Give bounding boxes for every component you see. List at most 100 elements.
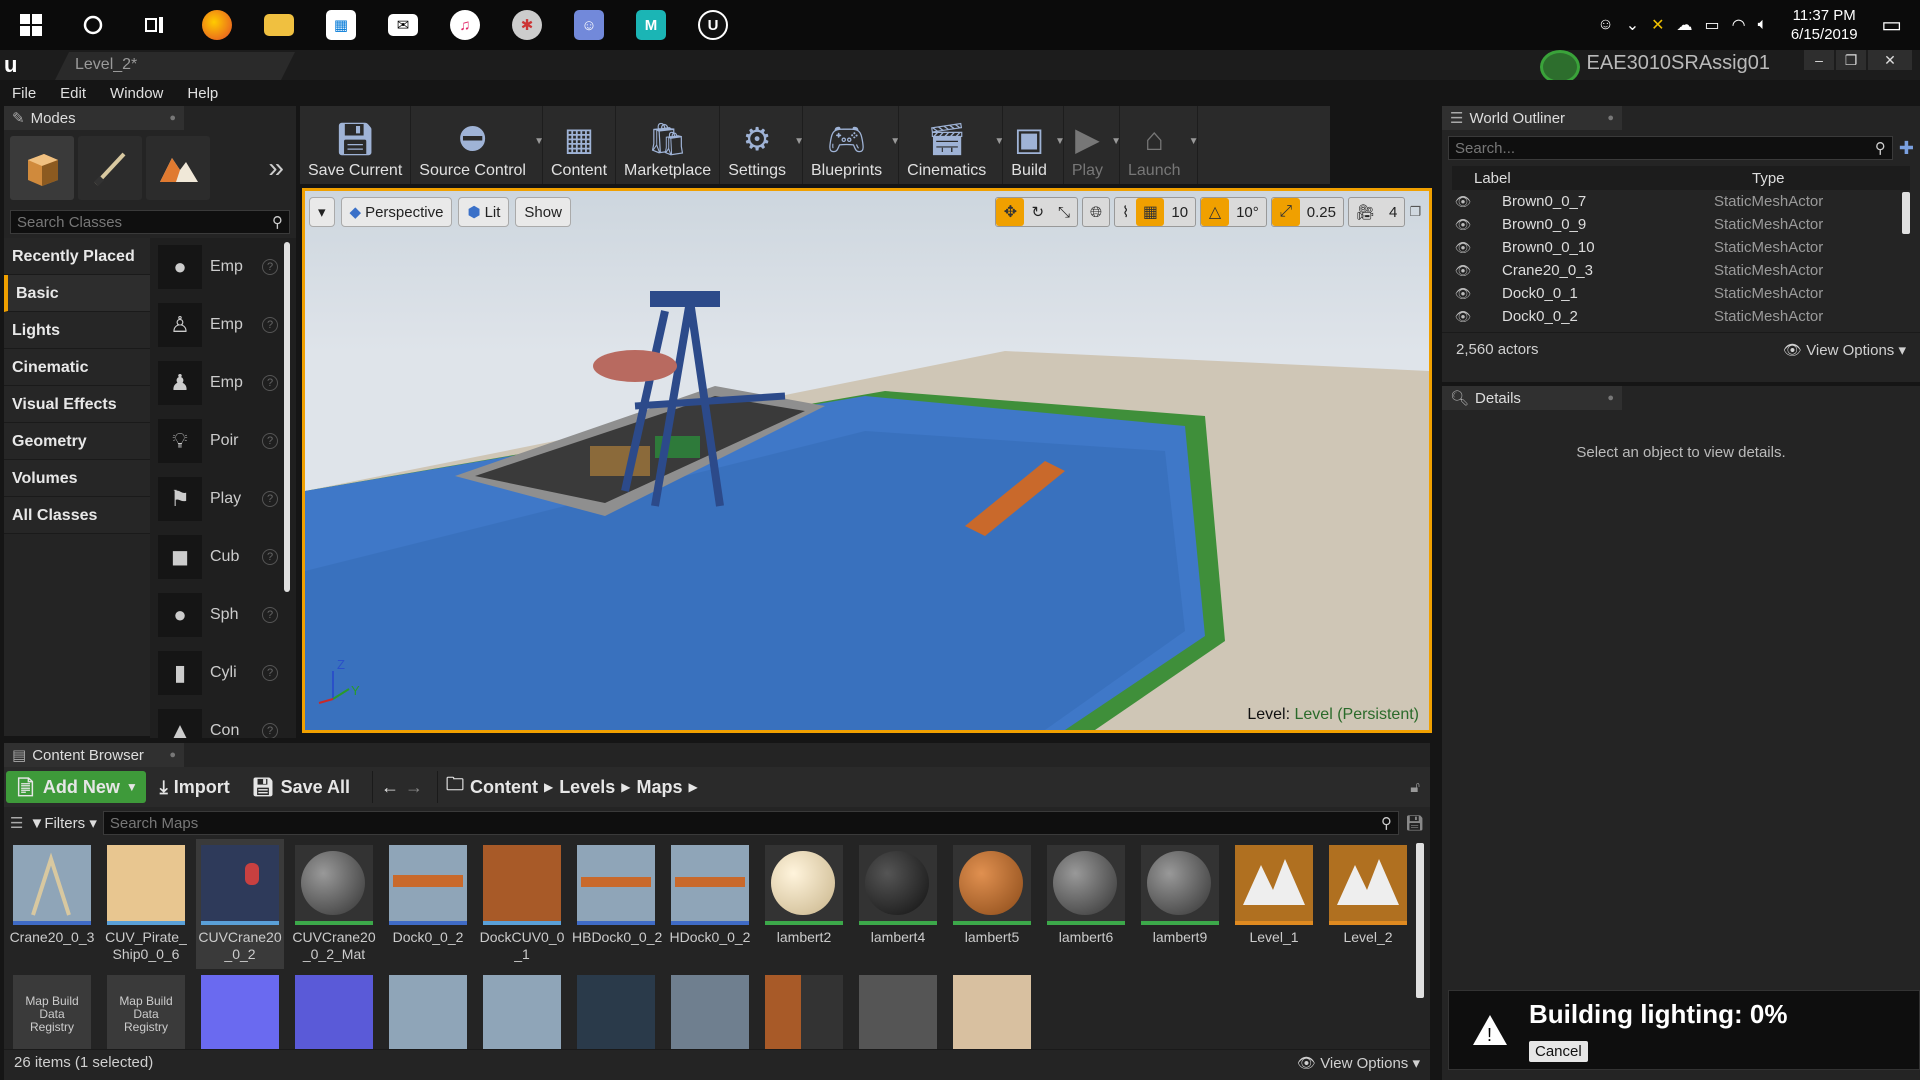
menu-edit[interactable]: Edit [60,85,86,102]
menu-window[interactable]: Window [110,85,163,102]
asset-tile[interactable]: lambert2 [760,845,848,963]
category-all-classes[interactable]: All Classes [4,497,150,534]
asset-tile[interactable] [478,975,566,1049]
asset-tile[interactable]: HDock0_0_2 [666,845,754,963]
source-control-button[interactable]: ⛔︎ Source Control ▼ [411,106,544,184]
chevron-right-icon[interactable]: ▶ [621,780,630,794]
maya-icon[interactable]: M [620,0,682,50]
breadcrumb-content[interactable]: Content [470,777,538,798]
outliner-search-input[interactable]: Search... ⚲ [1448,136,1893,160]
build-button[interactable]: ▣ Build ▼ [1003,106,1065,184]
column-type[interactable]: Type [1752,170,1785,187]
asset-tile[interactable]: CUVCrane20 _0_2 [196,839,284,969]
tab-close-icon[interactable]: ● [1607,112,1614,124]
eye-icon[interactable]: 👁︎ [1452,240,1474,256]
eye-icon[interactable]: 👁︎ [1452,263,1474,279]
search-classes-input[interactable]: Search Classes ⚲ [10,210,290,234]
eye-icon[interactable]: 👁︎ [1452,286,1474,302]
add-actor-icon[interactable]: ✚ [1899,138,1914,159]
itunes-icon[interactable]: ♫ [434,0,496,50]
save-search-icon[interactable]: 💾︎ [1405,814,1424,832]
rotate-icon[interactable]: ↻ [1024,203,1051,221]
chevron-right-icon[interactable]: ▶ [688,780,697,794]
windows-start-icon[interactable] [0,0,62,50]
world-local-toggle[interactable]: 🌐︎ [1082,197,1111,227]
back-icon[interactable]: ← [381,777,399,798]
viewport-options-button[interactable]: ▾ [309,197,335,227]
help-icon[interactable]: ? [262,259,278,275]
camera-speed-group[interactable]: 🎥︎ 4 [1347,197,1406,227]
scale-snap-icon[interactable]: ⤢ [1271,198,1300,226]
help-icon[interactable]: ? [262,433,278,449]
unreal-icon[interactable]: U [682,0,744,50]
scale-snap-value[interactable]: 0.25 [1300,204,1343,221]
grid-snap-value[interactable]: 10 [1164,204,1195,221]
asset-tile[interactable]: Map Build Data Registry [102,975,190,1049]
list-item[interactable]: ▮ Cyli? [150,644,296,702]
search-maps-input[interactable]: Search Maps ⚲ [102,811,1399,835]
paint-icon[interactable]: ✱ [496,0,558,50]
table-row[interactable]: 👁︎ Brown0_0_10 StaticMeshActor [1452,236,1910,259]
search-icon[interactable] [62,0,124,50]
scrollbar[interactable] [1902,192,1910,234]
menu-file[interactable]: File [12,85,36,102]
chevron-down-icon[interactable]: ▼ [1189,136,1199,147]
table-row[interactable]: 👁︎ Brown0_0_7 StaticMeshActor [1452,190,1910,213]
tab-details[interactable]: 🔍︎ Details ● [1442,386,1622,410]
cinematics-button[interactable]: 🎬︎ Cinematics ▼ [899,106,1004,184]
help-icon[interactable]: ? [262,549,278,565]
notification-icon[interactable]: ▭ [1881,12,1902,38]
import-button[interactable]: ⤓ Import [152,771,238,803]
cancel-button[interactable]: Cancel [1529,1041,1588,1062]
launch-button[interactable]: ⌂ Launch ▼ [1120,106,1199,184]
chevron-up-icon[interactable]: ⌄ [1626,15,1639,35]
help-icon[interactable]: ? [262,375,278,391]
save-current-button[interactable]: 💾︎ Save Current [300,106,412,184]
maximize-viewport-icon[interactable]: ❐ [1409,204,1421,220]
help-icon[interactable]: ? [262,317,278,333]
asset-tile[interactable]: Level_2 [1324,845,1412,963]
clock[interactable]: 11:37 PM 6/15/2019 [1779,6,1869,44]
scrollbar[interactable] [1416,843,1424,998]
play-button[interactable]: ▶ Play ▼ [1064,106,1121,184]
tab-close-icon[interactable]: ● [169,749,176,761]
list-item[interactable]: ♟ Emp? [150,354,296,412]
minimize-button[interactable]: – [1804,50,1834,70]
asset-tile[interactable] [666,975,754,1049]
asset-tile[interactable]: Map Build Data Registry [8,975,96,1049]
settings-button[interactable]: ⚙ Settings ▼ [720,106,804,184]
lit-button[interactable]: ⬢ Lit [458,197,510,227]
column-label[interactable]: Label [1452,170,1752,187]
forward-icon[interactable]: → [405,777,423,798]
asset-tile[interactable] [572,975,660,1049]
asset-tile[interactable]: Crane20_0_3 [8,845,96,963]
asset-tile[interactable]: DockCUV0_0 _1 [478,845,566,963]
asset-tile[interactable] [760,975,848,1049]
store-icon[interactable]: ▦ [310,0,372,50]
eye-icon[interactable]: 👁︎ [1452,217,1474,233]
level-tab[interactable]: Level_2* [55,52,295,80]
scrollbar[interactable] [284,242,290,592]
asset-tile[interactable] [948,975,1036,1049]
asset-tile[interactable] [290,975,378,1049]
asset-tile[interactable] [384,975,472,1049]
move-icon[interactable]: ✥ [996,198,1025,226]
rotation-snap-value[interactable]: 10° [1229,204,1266,221]
add-new-button[interactable]: 📄︎ Add New ▼ [6,771,146,803]
close-button[interactable]: ✕ [1868,50,1912,70]
help-icon[interactable]: ? [262,723,278,738]
chevron-right-icon[interactable]: ▶ [544,780,553,794]
help-icon[interactable]: ? [262,491,278,507]
sources-toggle-icon[interactable]: ☰ [10,814,23,832]
table-row[interactable]: 👁︎ Crane20_0_3 StaticMeshActor [1452,259,1910,282]
asset-tile[interactable]: lambert6 [1042,845,1130,963]
tab-world-outliner[interactable]: ☰ World Outliner ● [1442,106,1622,130]
firefox-icon[interactable] [186,0,248,50]
people-icon[interactable]: ☺ [1597,16,1613,34]
category-geometry[interactable]: Geometry [4,423,150,460]
view-options-button[interactable]: 👁︎ View Options ▾ [1783,341,1906,359]
tab-close-icon[interactable]: ● [169,112,176,124]
level-viewport[interactable]: Z Y ▾ ◆ Perspective ⬢ Lit Show ✥ ↻ ⤡ 🌐︎ ⌇ … [302,188,1432,733]
asset-tile[interactable] [196,975,284,1049]
file-explorer-icon[interactable] [248,0,310,50]
